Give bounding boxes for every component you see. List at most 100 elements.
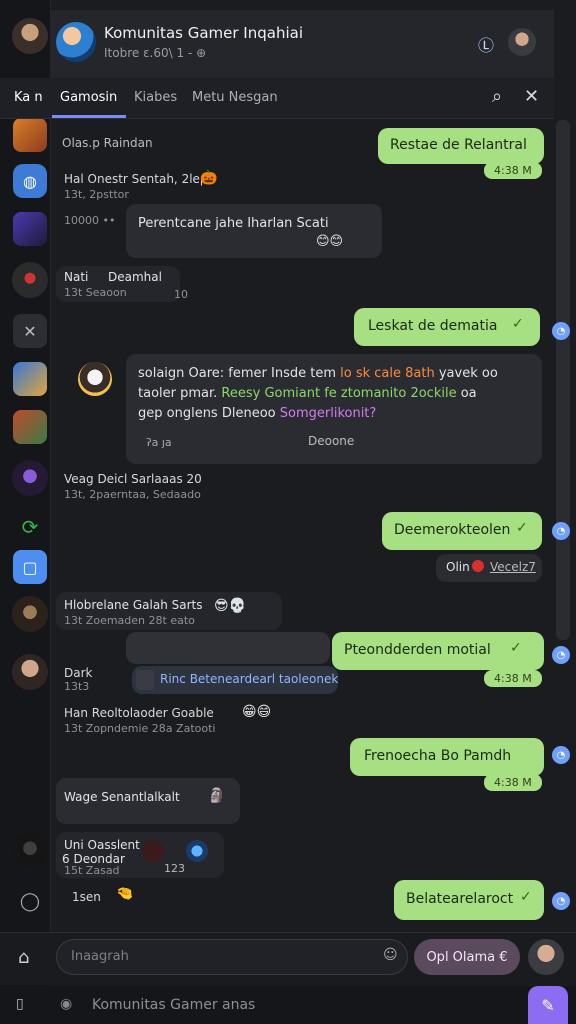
message-bubble-incoming[interactable]: Nati Deamhal 13t Seaoon — [56, 266, 180, 302]
send-button[interactable]: Opl Olama € — [414, 939, 520, 975]
close-icon[interactable]: ✕ — [524, 86, 539, 107]
message-text: Belatearelaroct — [406, 891, 514, 907]
message-avatar[interactable] — [78, 362, 112, 396]
message-text: Perentcane jahe Iharlan Scati — [138, 216, 329, 231]
message-composer: ⌂ Inaagrah ☺ Opl Olama € — [0, 932, 576, 985]
sender-name: Veag Deicl Sarlaaas 20 — [64, 472, 202, 486]
message-bubble-incoming[interactable]: Uni Oasslent 6 Deondar 15t Zasad 123 — [56, 832, 224, 878]
message-time: 13t Seaoon — [64, 286, 127, 299]
square-icon[interactable]: ▢ — [13, 550, 47, 584]
message-bubble-incoming[interactable]: solaign Oare: femer Insde tem lo sk cale… — [126, 354, 542, 464]
globe-icon: ⊕ — [196, 46, 207, 60]
message-text: 1sen — [72, 890, 101, 904]
sender-name-secondary: Deamhal — [108, 270, 162, 284]
message-bubble-outgoing[interactable]: Frenoecha Bo Pamdh — [350, 738, 544, 776]
read-receipt-icon: ◔ — [552, 322, 570, 340]
rail-server-icon[interactable] — [13, 410, 47, 444]
message-text: Restae de Relantral — [390, 137, 527, 153]
message-bubble-outgoing[interactable]: Leskat de dematia ✓ — [354, 308, 540, 346]
message-text: Frenoecha Bo Pamdh — [364, 748, 512, 764]
chat-header: Komunitas Gamer Inqahiai Itobre ε.60\ 1 … — [50, 10, 554, 79]
message-bubble-incoming[interactable]: Perentcane jahe Iharlan Scati 😊😊 — [126, 204, 382, 258]
message-text: Wage Senantlalkalt — [64, 790, 180, 804]
read-check-icon: ✓ — [520, 889, 532, 905]
sender-name: Uni Oasslent — [64, 838, 140, 852]
message-meta: 10000 •• — [64, 214, 116, 227]
tab-gamosin[interactable]: Gamosin — [60, 90, 117, 105]
group-avatar[interactable] — [56, 22, 96, 62]
message-bubble-incoming[interactable]: Olin Vecelz7 — [436, 554, 542, 582]
message-bubble-outgoing[interactable]: Restae de Relantral — [378, 128, 544, 164]
message-badge: 10 — [174, 288, 188, 301]
message-time: 13t Zoemaden 28t eato — [64, 614, 195, 627]
message-link[interactable]: Vecelz7 — [490, 560, 536, 574]
scrollbar[interactable] — [556, 120, 570, 640]
close-icon[interactable]: ✕ — [13, 314, 47, 348]
rail-avatar[interactable] — [12, 596, 48, 632]
message-time: 15t Zasad — [64, 864, 120, 877]
record-icon — [472, 560, 484, 572]
message-bubble-outgoing[interactable]: Pteondderden motial ✓ — [332, 632, 544, 670]
circle-icon[interactable]: ◯ — [13, 884, 47, 918]
message-text: Pteondderden motial — [344, 642, 491, 658]
read-check-icon: ✓ — [510, 640, 522, 656]
message-badge: 123 — [164, 862, 185, 875]
message-bubble-incoming[interactable]: Hlobrelane Galah Sarts 13t Zoemaden 28t … — [56, 592, 282, 630]
rail-avatar[interactable] — [12, 832, 48, 868]
refresh-icon[interactable]: ⟳ — [13, 510, 47, 544]
message-input[interactable]: Inaagrah ☺ — [56, 939, 408, 975]
sender-name: Hal Onestr Sentah, 2lep — [64, 172, 208, 186]
message-bubble-incoming[interactable]: Wage Senantlalkalt 🗿 — [56, 778, 240, 824]
emoji-reaction: 🤏 — [116, 886, 134, 902]
tab-metu[interactable]: Metu Nesgan — [192, 90, 278, 105]
message-footer-right: Deoone — [308, 434, 355, 448]
user-avatar[interactable] — [528, 939, 564, 975]
rail-avatar-user[interactable] — [12, 18, 48, 54]
message-time: 4:38 M — [484, 670, 542, 687]
compose-fab-icon[interactable]: ✎ — [528, 986, 568, 1024]
sender-name: Hlobrelane Galah Sarts — [64, 598, 203, 612]
message-reply-preview[interactable]: Rinc Beteneardearl taoleonek — [132, 666, 338, 694]
message-line-1: solaign Oare: femer Insde tem lo sk cale… — [138, 366, 498, 381]
message-text: Leskat de dematia — [368, 318, 498, 334]
rail-avatar[interactable] — [12, 460, 48, 496]
rail-server-icon[interactable]: ◍ — [13, 164, 47, 198]
user-avatar[interactable] — [508, 28, 536, 56]
rail-avatar[interactable] — [12, 654, 48, 690]
read-receipt-icon: ◔ — [552, 892, 570, 910]
message-bubble-outgoing[interactable]: Belatearelaroct ✓ — [394, 880, 544, 920]
message-bubble-incoming[interactable] — [126, 632, 330, 664]
reply-thumbnail-icon — [136, 670, 154, 690]
reply-link[interactable]: Rinc Beteneardearl taoleonek — [160, 672, 338, 686]
tab-main[interactable]: Ka n — [14, 90, 43, 105]
sender-name: Han Reoltolaoder Goable — [64, 706, 214, 720]
message-line-3: gep onglens Dleneoo Somgerlikonit? — [138, 406, 377, 421]
read-check-icon: ✓ — [512, 316, 524, 332]
message-time: 13t, 2paerntaa, Sedaado — [64, 488, 201, 501]
tab-kiabes[interactable]: Kiabes — [134, 90, 177, 105]
headset-icon[interactable]: Ⓛ — [478, 32, 494, 56]
message-bubble-outgoing[interactable]: Deemerokteolen ✓ — [382, 512, 542, 550]
rail-avatar[interactable] — [12, 262, 48, 298]
sidebar-icon[interactable]: ▯ — [16, 996, 24, 1012]
server-rail: ◍ ✕ ⟳ ▢ ◯ — [0, 0, 51, 1024]
emoji-reactions: 😊😊 — [316, 234, 344, 249]
message-time: 4:38 M — [484, 162, 542, 179]
home-icon[interactable]: ⌂ — [18, 947, 29, 968]
search-icon[interactable]: ⌕ — [492, 86, 502, 107]
message-time: 13t3 — [64, 680, 90, 693]
rail-server-icon[interactable] — [13, 212, 47, 246]
rail-server-icon[interactable] — [13, 118, 47, 152]
message-time: 13t Zopndemie 28a Zatooti — [64, 722, 216, 735]
emoji-reaction: 😎💀 — [214, 598, 247, 614]
sender-name: Nati — [64, 270, 89, 284]
message-text: Olin — [446, 560, 470, 574]
message-list[interactable]: Olas.p Raindan Restae de Relantral 4:38 … — [50, 118, 570, 930]
chat-app: ◍ ✕ ⟳ ▢ ◯ Komunitas Gamer Inqahiai Itobr… — [0, 0, 576, 1024]
emoji-reaction: 😁😄 — [242, 704, 272, 720]
emoji-icon[interactable]: ☺ — [383, 947, 398, 963]
read-check-icon: ✓ — [516, 520, 528, 536]
search-icon[interactable]: ◉ — [60, 996, 72, 1012]
rail-server-icon[interactable] — [13, 362, 47, 396]
message-footer-left: ʔa ȷa — [146, 436, 172, 449]
